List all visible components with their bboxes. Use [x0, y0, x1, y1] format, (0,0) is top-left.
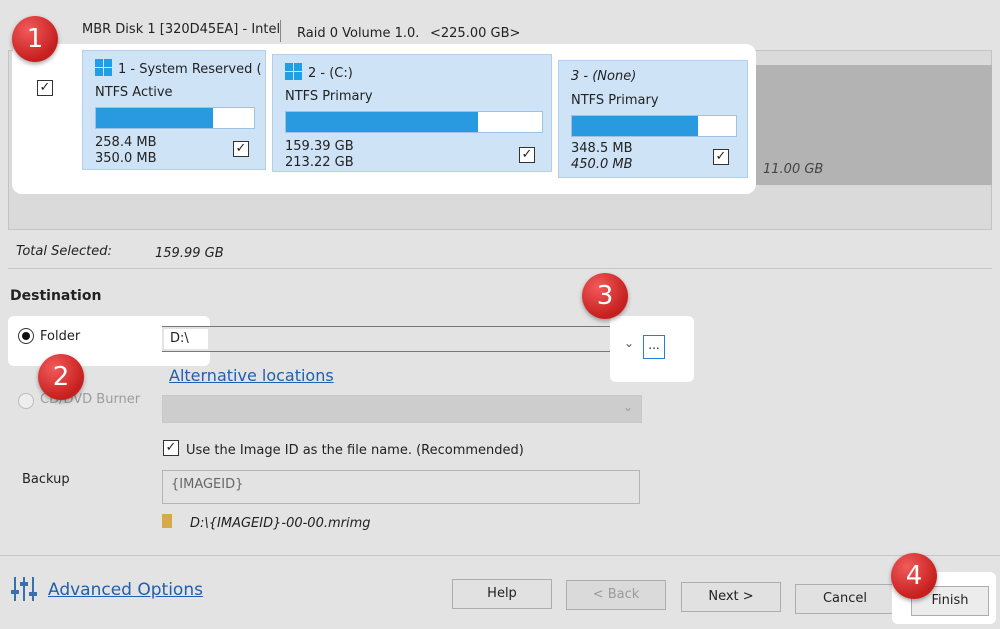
windows-logo-icon [285, 63, 302, 80]
partition-name-text: 1 - System Reserved ( [118, 62, 262, 77]
help-button[interactable]: Help [452, 579, 552, 609]
partition-type: NTFS Active [95, 85, 173, 100]
footer-divider [0, 555, 1000, 556]
usage-bar [285, 111, 543, 133]
partition-tile-3[interactable]: 3 - (None) NTFS Primary 348.5 MB 450.0 M… [558, 60, 748, 178]
windows-logo-icon [95, 59, 112, 76]
burner-select: ⌄ [162, 395, 642, 423]
disk-title: MBR Disk 1 [320D45EA] - Intel [82, 22, 280, 37]
step-badge-4: 4 [891, 553, 937, 599]
use-image-id-label: Use the Image ID as the file name. (Reco… [186, 443, 524, 458]
partition-name: 1 - System Reserved ( [95, 59, 262, 77]
partition-type: NTFS Primary [571, 93, 659, 108]
partition-name-text: 2 - (C:) [308, 66, 353, 81]
step-badge-3: 3 [582, 273, 628, 319]
partition-used: 348.5 MB [571, 141, 633, 156]
disk-select-checkbox[interactable]: ✓ [37, 80, 53, 96]
file-path: D:\{IMAGEID}-00-00.mrimg [190, 516, 371, 531]
browse-button[interactable]: ... [643, 335, 665, 359]
use-image-id-checkbox[interactable]: ✓ [163, 440, 179, 456]
alternative-locations-link[interactable]: Alternative locations [169, 366, 334, 385]
partition-total: 350.0 MB [95, 151, 157, 166]
partition-used: 159.39 GB [285, 139, 354, 154]
partition-name-text: 3 - (None) [571, 69, 637, 84]
chevron-down-icon[interactable]: ⌄ [624, 336, 634, 350]
total-selected-label: Total Selected: [16, 244, 112, 259]
header-divider [280, 20, 281, 42]
partition-tile-1[interactable]: 1 - System Reserved ( NTFS Active 258.4 … [82, 50, 266, 170]
unallocated-size: 11.00 GB [763, 162, 824, 177]
usage-bar [95, 107, 255, 129]
usage-fill [572, 116, 699, 136]
partition-used: 258.4 MB [95, 135, 157, 150]
backup-filename-value: {IMAGEID} [171, 477, 244, 492]
folder-radio-dot [22, 332, 30, 340]
partition-checkbox[interactable]: ✓ [713, 149, 729, 165]
folder-path-value: D:\ [170, 331, 189, 346]
next-button[interactable]: Next > [681, 582, 781, 612]
backup-filename-field[interactable]: {IMAGEID} [162, 470, 640, 504]
raid-size: <225.00 GB> [430, 26, 521, 41]
burner-radio[interactable] [18, 393, 34, 409]
folder-radio[interactable] [18, 328, 34, 344]
partition-checkbox[interactable]: ✓ [519, 147, 535, 163]
section-divider [8, 268, 992, 269]
partition-name: 2 - (C:) [285, 63, 353, 81]
partition-total: 450.0 MB [571, 157, 633, 172]
usage-fill [96, 108, 213, 128]
destination-heading: Destination [10, 288, 102, 304]
folder-label: Folder [40, 329, 81, 344]
folder-icon [162, 514, 172, 528]
partition-checkbox[interactable]: ✓ [233, 141, 249, 157]
usage-bar [571, 115, 737, 137]
backup-label: Backup [22, 472, 70, 487]
partition-tile-2[interactable]: 2 - (C:) NTFS Primary 159.39 GB 213.22 G… [272, 54, 552, 172]
total-selected-value: 159.99 GB [155, 246, 224, 261]
usage-fill [286, 112, 478, 132]
sliders-icon[interactable] [9, 574, 39, 604]
step-badge-1: 1 [12, 16, 58, 62]
step-badge-2: 2 [38, 354, 84, 400]
folder-path-field[interactable]: D:\ [162, 326, 640, 352]
chevron-down-icon: ⌄ [622, 400, 633, 414]
advanced-options-link[interactable]: Advanced Options [48, 580, 203, 600]
back-button[interactable]: < Back [566, 580, 666, 610]
partition-total: 213.22 GB [285, 155, 354, 170]
cancel-button[interactable]: Cancel [795, 584, 895, 614]
partition-type: NTFS Primary [285, 89, 373, 104]
raid-label: Raid 0 Volume 1.0. [297, 26, 420, 41]
